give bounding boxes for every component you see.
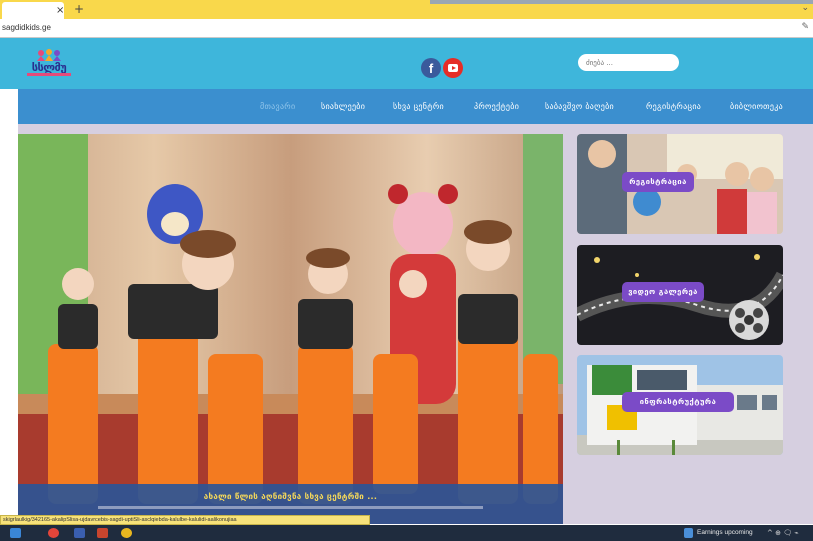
card-registration-label[interactable]: რეგისტრაცია (622, 172, 694, 192)
facebook-icon[interactable]: f (421, 58, 441, 78)
opera-icon[interactable] (48, 528, 59, 538)
address-bar: sagdidkids.ge ✎ (0, 19, 813, 38)
new-tab-icon[interactable]: + (74, 2, 84, 16)
card-infrastructure-label[interactable]: ინფრასტრუქტურა (622, 392, 734, 412)
search-box (578, 54, 679, 71)
hero-caption-title[interactable]: ახალი წლის აღნიშვნა სხვა ცენტრში ... (18, 492, 563, 501)
card-registration[interactable]: რეგისტრაცია (577, 134, 783, 234)
youtube-icon[interactable] (443, 58, 463, 78)
card-infrastructure[interactable]: ინფრასტრუქტურა (577, 355, 783, 455)
page: × + ⌄ sagdidkids.ge ✎ სსლმუ f ძიება ... … (0, 0, 813, 541)
chrome-icon[interactable] (121, 528, 132, 538)
site-logo[interactable]: სსლმუ (27, 49, 71, 79)
tab-strip-divider (430, 0, 813, 4)
edit-address-icon[interactable]: ✎ (801, 22, 809, 32)
news-widget-icon[interactable] (684, 528, 693, 538)
card-video-gallery[interactable]: ვიდეო გალერეა (577, 245, 783, 345)
hero-slider[interactable]: ახალი წლის აღნიშვნა სხვა ცენტრში ... (18, 134, 563, 524)
browser-tab[interactable]: × (2, 2, 64, 19)
social-links: f (421, 58, 465, 78)
file-explorer-icon[interactable] (10, 528, 21, 538)
nav-item-registration[interactable]: რეგისტრაცია (646, 102, 701, 112)
site-header: სსლმუ f (0, 38, 813, 89)
close-tab-icon[interactable]: × (56, 5, 64, 17)
nav-item-center[interactable]: სხვა ცენტრი (393, 102, 444, 112)
nav-item-library[interactable]: ბიბლიოთეკა (730, 102, 783, 112)
browser-tab-bar: × + ⌄ (0, 0, 813, 19)
tab-search-dropdown-icon[interactable]: ⌄ (801, 3, 809, 13)
search-input[interactable] (586, 56, 674, 69)
hero-caption-subtext (98, 506, 483, 509)
nav-item-projects[interactable]: პროექტები (474, 102, 519, 112)
powerpoint-icon[interactable] (97, 528, 108, 538)
system-tray[interactable]: ^ ⊕ 🗨 ⌁ (767, 528, 799, 538)
youtube-play-icon (452, 66, 456, 70)
main-nav: მთავარი სიახლეები სხვა ცენტრი პროექტები … (18, 89, 813, 124)
card-video-label[interactable]: ვიდეო გალერეა (622, 282, 704, 302)
nav-item-news[interactable]: სიახლეები (321, 102, 365, 112)
status-url-tooltip: skigrlaulkig/342165-akalipSlisa-ujdavrce… (0, 515, 370, 525)
nav-item-kindergartens[interactable]: საბავშვო ბაღები (545, 102, 614, 112)
nav-item-home[interactable]: მთავარი (260, 102, 295, 112)
logo-underline (27, 73, 71, 76)
address-input[interactable]: sagdidkids.ge (0, 21, 800, 35)
word-icon[interactable] (74, 528, 85, 538)
news-widget-text[interactable]: Earnings upcoming (697, 528, 753, 538)
os-taskbar: Earnings upcoming ^ ⊕ 🗨 ⌁ (0, 525, 813, 541)
hero-photo (18, 134, 563, 524)
